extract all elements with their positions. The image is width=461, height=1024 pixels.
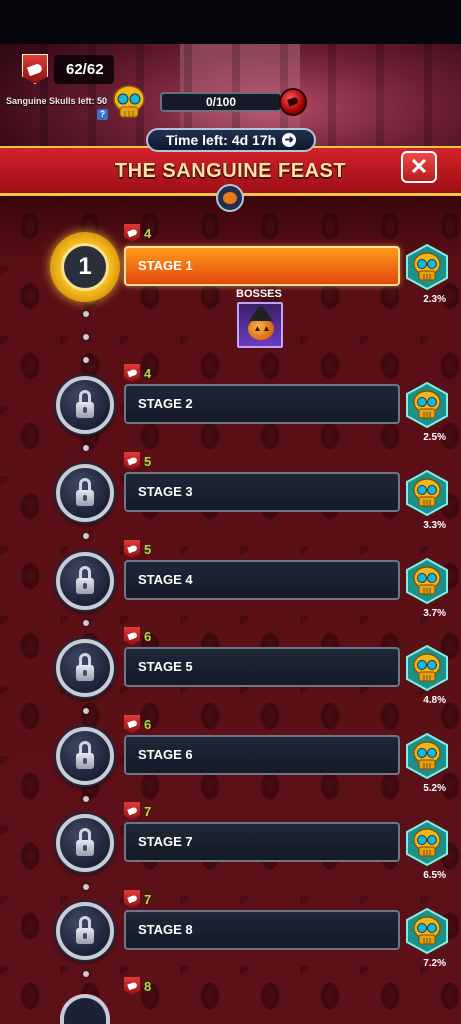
golden-skull-icon [113,85,145,118]
stage-cost-value: 6 [144,716,152,732]
stage-cost-value: 5 [144,541,152,557]
stage-cost-value: 6 [144,628,152,644]
lock-icon [56,552,114,610]
stage-cost: 4 [124,224,151,242]
stage-button-8[interactable]: STAGE 8 [124,910,400,950]
path-dot [83,334,89,340]
reward-percentage: 2.5% [423,432,446,443]
stage-cost: 7 [124,890,151,908]
path-dot [83,311,89,317]
golden-skull-icon[interactable] [404,557,450,605]
path-dot [83,620,89,626]
stage-cost-value: 7 [144,803,152,819]
system-status-bar [0,0,461,44]
stage-cost-value: 7 [144,891,152,907]
stage-button-3[interactable]: STAGE 3 [124,472,400,512]
stage-number-medal: 1 [50,232,120,302]
stage-cost: 6 [124,715,151,733]
lock-icon [56,814,114,872]
energy-icon [124,364,140,382]
path-dot [83,708,89,714]
stage-button-4[interactable]: STAGE 4 [124,560,400,600]
energy-icon [124,890,140,908]
lock-icon [56,902,114,960]
reward-percentage: 3.7% [423,608,446,619]
golden-skull-icon[interactable] [404,381,450,429]
time-left-value: 4d 17h [231,132,277,148]
path-dot [83,796,89,802]
golden-skull-icon[interactable] [404,907,450,955]
energy-icon [124,540,140,558]
stage-cost: 5 [124,540,151,558]
bosses-label: BOSSES [236,288,282,300]
stage-cost: 7 [124,802,151,820]
reward-percentage: 6.5% [423,870,446,881]
reward-percentage: 7.2% [423,958,446,969]
lock-icon [56,639,114,697]
reward-percentage: 4.8% [423,695,446,706]
stage-cost-value: 5 [144,453,152,469]
path-dot [83,884,89,890]
skulls-left-label: Sanguine Skulls left: [6,96,95,106]
lock-icon [56,727,114,785]
red-orb-icon[interactable] [279,88,307,116]
skulls-left-value: 50 [97,96,108,106]
stage-cost: 6 [124,627,151,645]
stage-button-7[interactable]: STAGE 7 [124,822,400,862]
stage-button-2[interactable]: STAGE 2 [124,384,400,424]
energy-icon [124,224,140,242]
lock-icon [56,376,114,434]
golden-skull-icon[interactable] [404,243,450,291]
path-dot [83,971,89,977]
stage-button-6[interactable]: STAGE 6 [124,735,400,775]
stage-list-background [0,196,461,1024]
path-dot [83,533,89,539]
energy-icon [124,802,140,820]
stage-button-5[interactable]: STAGE 5 [124,647,400,687]
arrow-right-icon: ➜ [282,133,297,147]
stage-cost-value: 4 [144,225,152,241]
stage-cost: 8 [124,977,151,995]
stage-number: 1 [61,243,109,291]
energy-icon [22,54,48,84]
energy-icon [124,977,140,995]
golden-skull-icon[interactable] [404,732,450,780]
stage-cost: 5 [124,452,151,470]
golden-skull-icon[interactable] [404,469,450,517]
skull-progress-bar: 0/100 [160,92,282,112]
close-button[interactable]: ✕ [401,151,437,183]
stage-button-1[interactable]: STAGE 1 [124,246,400,286]
reward-percentage: 5.2% [423,783,446,794]
time-left-label: Time left: [165,132,228,148]
reward-percentage: 3.3% [423,520,446,531]
pumpkin-badge-icon [216,184,244,212]
energy-value: 62/62 [54,54,114,84]
path-dot [83,445,89,451]
skulls-left-text: Sanguine Skulls left: 50 [6,96,107,106]
stage-cost-value: 4 [144,365,152,381]
reward-percentage: 2.3% [423,294,446,305]
golden-skull-icon[interactable] [404,644,450,692]
stage-cost: 4 [124,364,151,382]
energy-icon [124,715,140,733]
golden-skull-icon[interactable] [404,819,450,867]
pumpkin-boss-portrait[interactable] [237,302,283,348]
time-left-pill[interactable]: Time left: 4d 17h ➜ [146,128,316,152]
energy-counter[interactable]: 62/62 [22,54,114,84]
help-icon[interactable]: ? [97,109,108,120]
path-dot [83,357,89,363]
energy-icon [124,452,140,470]
lock-icon [56,464,114,522]
energy-icon [124,627,140,645]
stage-cost-value: 8 [144,978,152,994]
progress-text: 0/100 [205,95,237,109]
